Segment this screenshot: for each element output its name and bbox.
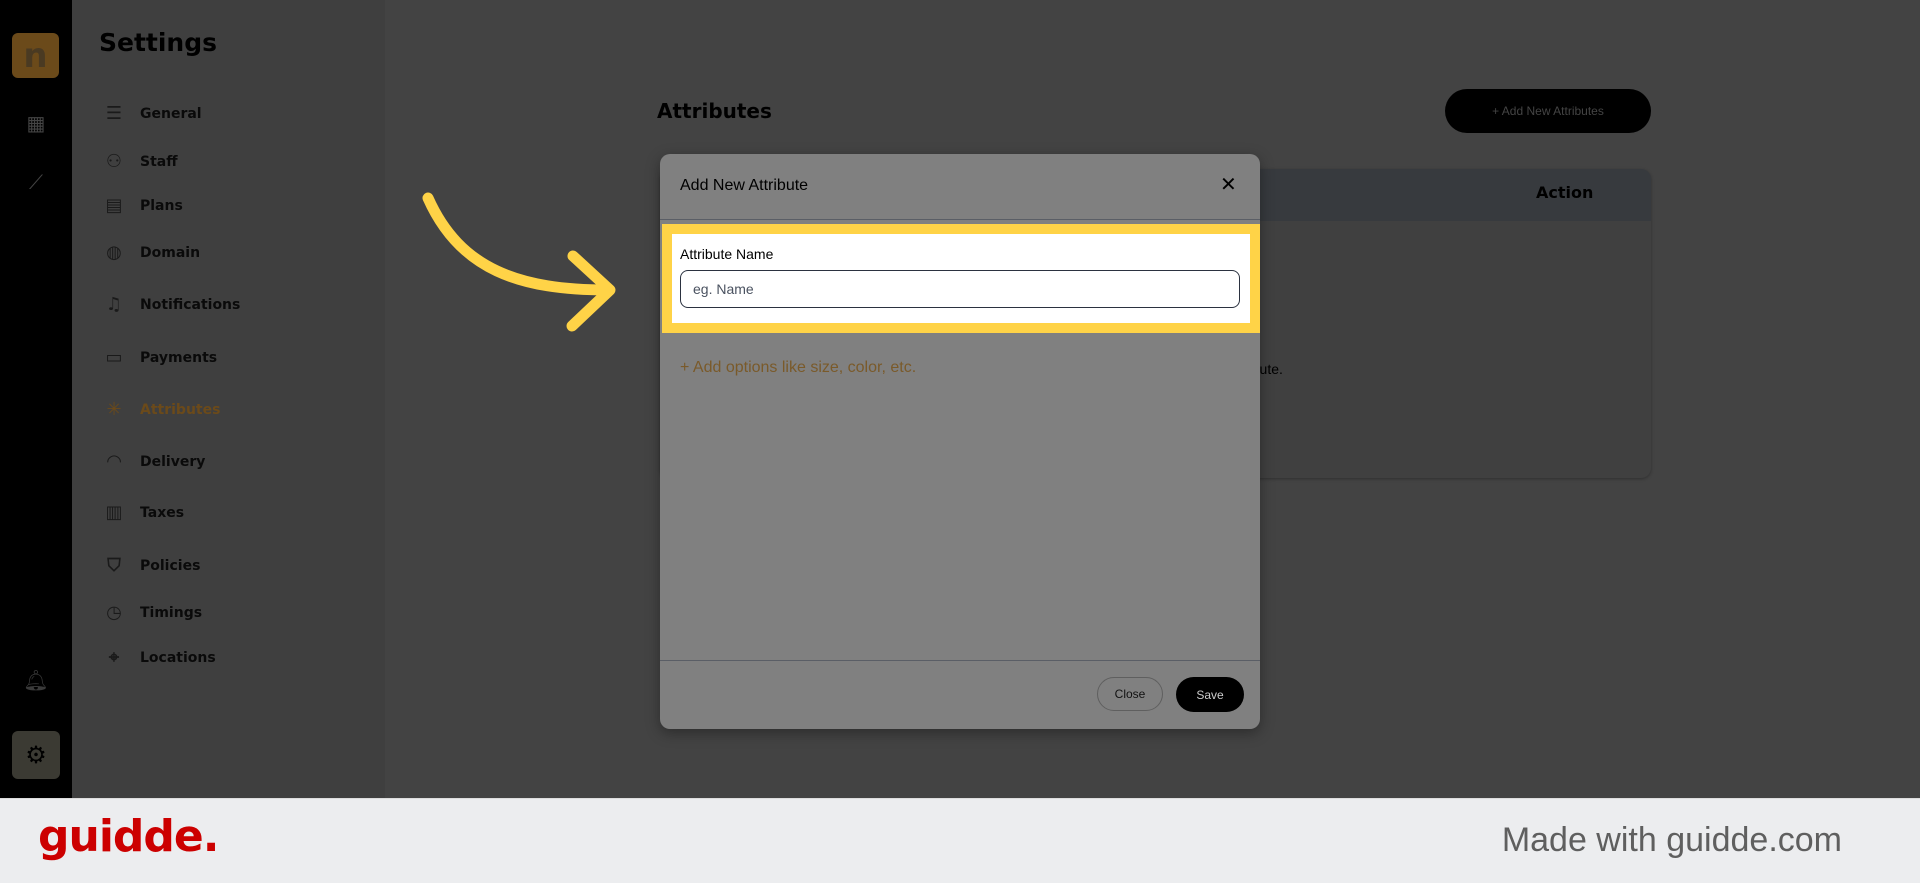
menu-item-payments[interactable]: ▭ Payments <box>102 343 217 373</box>
gear-icon: ⚙ <box>25 741 47 769</box>
menu-item-policies[interactable]: ⛉ Policies <box>102 551 200 581</box>
clock-icon: ◷ <box>106 602 122 623</box>
add-attribute-dialog: Add New Attribute ✕ Attribute Name + Add… <box>660 154 1260 729</box>
attribute-name-input[interactable] <box>680 270 1240 308</box>
plans-icon: ▤ <box>105 195 123 216</box>
close-icon[interactable]: ✕ <box>1220 172 1237 196</box>
guidde-logo: guidde. <box>38 811 219 862</box>
menu-item-general[interactable]: ☰ General <box>102 99 202 129</box>
bell-icon[interactable]: 🔔︎ <box>0 668 72 693</box>
wallet-icon: ▭ <box>105 347 123 368</box>
made-with-text: Made with guidde.com <box>1501 821 1842 859</box>
menu-item-domain[interactable]: ◍ Domain <box>102 238 200 268</box>
arrow-pointer <box>422 192 616 332</box>
map-pin-icon: ⌖ <box>108 647 120 668</box>
add-new-attributes-button[interactable]: + Add New Attributes <box>1445 89 1651 133</box>
menu-item-timings[interactable]: ◷ Timings <box>102 598 202 628</box>
menu-item-locations[interactable]: ⌖ Locations <box>102 643 216 673</box>
arrow-curve <box>422 192 614 296</box>
chart-icon[interactable]: ⟋ <box>0 172 72 195</box>
menu-item-notifications[interactable]: ♫ Notifications <box>102 290 240 320</box>
close-button[interactable]: Close <box>1097 677 1163 711</box>
shield-icon: ⛉ <box>107 555 121 576</box>
menu-item-plans[interactable]: ▤ Plans <box>102 191 182 221</box>
settings-gear-button[interactable]: ⚙ <box>12 731 60 779</box>
divider <box>660 219 1260 220</box>
receipt-icon: ▥ <box>105 502 123 523</box>
users-icon: ⚇ <box>105 151 123 172</box>
app-logo[interactable]: n <box>12 33 59 78</box>
dialog-title: Add New Attribute <box>680 177 809 194</box>
column-header-action: Action <box>1536 183 1594 202</box>
guidde-footer: guidde. Made with guidde.com <box>0 798 1920 883</box>
globe-icon: ◍ <box>106 242 122 263</box>
highlight-box: Attribute Name <box>662 224 1260 333</box>
add-options-link[interactable]: + Add options like size, color, etc. <box>680 359 916 377</box>
divider <box>660 660 1260 661</box>
icon-rail: n ▦ ⟋ 🔔︎ ⚙ <box>0 0 72 798</box>
bell-icon: ♫ <box>105 294 123 315</box>
page-title: Attributes <box>657 99 772 123</box>
bag-icon: ◠ <box>107 451 121 472</box>
settings-title: Settings <box>99 28 218 57</box>
menu-item-attributes[interactable]: ✳ Attributes <box>102 395 220 425</box>
store-icon[interactable]: ▦ <box>0 111 72 136</box>
menu-item-staff[interactable]: ⚇ Staff <box>102 147 178 177</box>
menu-item-taxes[interactable]: ▥ Taxes <box>102 498 184 528</box>
attribute-name-group: Attribute Name <box>672 234 1250 323</box>
menu-item-delivery[interactable]: ◠ Delivery <box>102 447 205 477</box>
save-button[interactable]: Save <box>1176 677 1244 712</box>
attribute-name-label: Attribute Name <box>680 246 774 262</box>
snowflake-icon: ✳ <box>106 399 122 420</box>
sliders-icon: ☰ <box>105 103 123 124</box>
